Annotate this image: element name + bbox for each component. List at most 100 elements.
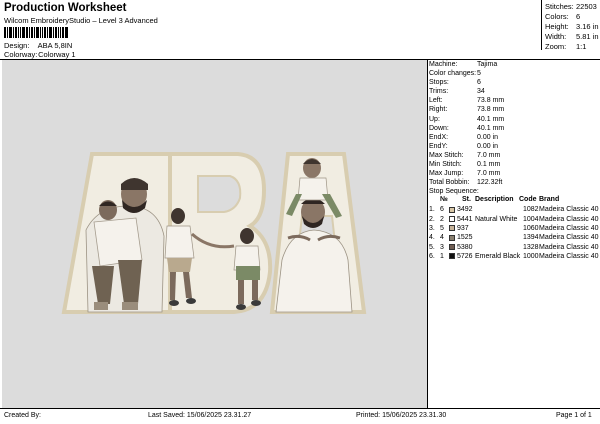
- machine-info-value: Tajima: [477, 61, 498, 68]
- machine-info-row: Right: 73.8 mm: [429, 105, 599, 114]
- needle-number: 3: [440, 243, 444, 251]
- stop-sequence-list: 1. 6 3492 1082 Madeira Classic 40 2. 2 5441 Natu…: [429, 205, 599, 261]
- machine-info-value: 40.1 mm: [477, 124, 505, 132]
- thread-description: Emerald Black: [475, 252, 521, 260]
- stop-index: 2.: [429, 215, 435, 223]
- stop-sequence-row[interactable]: 1. 6 3492 1082 Madeira Classic 40: [429, 205, 599, 214]
- design-line: Design: ABA 5,8IN: [4, 41, 72, 50]
- machine-info-label: Min Stitch:: [429, 161, 462, 169]
- thread-brand: Madeira Classic 40: [539, 234, 599, 242]
- thread-code: 1394: [523, 234, 539, 242]
- machine-info-row: Min Stitch: 0.1 mm: [429, 160, 599, 169]
- machine-info-row: Down: 40.1 mm: [429, 124, 599, 133]
- stitch-count-cell: 3492: [457, 206, 473, 214]
- stop-sequence-row[interactable]: 2. 2 5441 Natural White 1004 Madeira Classic …: [429, 215, 599, 224]
- colorway-line: Colorway: Colorway 1: [4, 50, 76, 59]
- printed-date: Printed: 15/06/2025 23.31.30: [356, 412, 447, 419]
- thread-code: 1004: [523, 215, 539, 223]
- machine-info-value: 7.0 mm: [477, 170, 501, 178]
- machine-info-label: Machine:: [429, 61, 458, 68]
- machine-info-row: Trims: 34: [429, 87, 599, 96]
- machine-info-value: 7.0 mm: [477, 151, 501, 159]
- last-saved: Last Saved: 15/06/2025 23.31.27: [148, 412, 252, 419]
- design-label: Design:: [4, 41, 30, 50]
- machine-info-label: Down:: [429, 124, 449, 132]
- machine-info-label: Stops:: [429, 79, 449, 87]
- stop-sequence-row[interactable]: 5. 3 5380 1328 Madeira Classic 40: [429, 243, 599, 252]
- thread-code: 1000: [523, 252, 539, 260]
- design-preview[interactable]: [2, 60, 427, 408]
- stats-divider: [541, 0, 542, 50]
- thread-color-swatch: [449, 225, 455, 232]
- design-height: 3.16 in: [576, 22, 599, 31]
- worksheet-footer: Created By: Last Saved: 15/06/2025 23.31…: [0, 409, 600, 424]
- zoom-level: 1:1: [576, 42, 587, 51]
- machine-info-panel: Machine: Tajima Color changes: 5 Stops: 6 Trim…: [429, 60, 599, 261]
- page-number: Page 1 of 1: [556, 412, 592, 419]
- colorway-value: Colorway 1: [38, 50, 76, 59]
- machine-info-row: Color changes: 5: [429, 69, 599, 78]
- machine-info-value: 73.8 mm: [477, 106, 505, 114]
- col-header-number: №: [440, 196, 448, 204]
- machine-info-value: 0.1 mm: [477, 161, 501, 169]
- stop-sequence-row[interactable]: 6. 1 5726 Emerald Black 1000 Madeira Classic …: [429, 252, 599, 261]
- machine-info-label: Max Jump:: [429, 170, 464, 178]
- software-subtitle: Wilcom EmbroideryStudio – Level 3 Advanc…: [4, 16, 158, 25]
- machine-info-row: EndX: 0.00 in: [429, 133, 599, 142]
- machine-info-value: 40.1 mm: [477, 115, 505, 123]
- design-width: 5.81 in: [576, 32, 599, 41]
- stitch-count-cell: 937: [457, 224, 469, 232]
- machine-info-label: EndX:: [429, 133, 449, 141]
- thread-color-swatch: [449, 216, 455, 223]
- machine-info-value: 34: [477, 88, 485, 96]
- stop-index: 4.: [429, 234, 435, 242]
- thread-brand: Madeira Classic 40: [539, 224, 599, 232]
- machine-info-label: Total Bobbin:: [429, 179, 470, 187]
- col-header-stitches: St.: [462, 196, 471, 204]
- stop-index: 5.: [429, 243, 435, 251]
- col-header-description: Description: [475, 196, 514, 204]
- stitch-count-cell: 5441: [457, 215, 473, 223]
- needle-number: 2: [440, 215, 444, 223]
- summary-stats: Stitches: 22503 Colors: 6 Height: 3.16 in W…: [545, 2, 599, 51]
- thread-color-swatch: [449, 244, 455, 250]
- thread-brand: Madeira Classic 40: [539, 215, 599, 223]
- thread-code: 1328: [523, 243, 539, 251]
- col-header-code: Code: [519, 196, 537, 204]
- colorway-label: Colorway:: [4, 50, 38, 59]
- needle-number: 6: [440, 206, 444, 214]
- page-title: Production Worksheet: [4, 2, 127, 14]
- stitch-count-cell: 5380: [457, 243, 473, 251]
- created-by: Created By:: [4, 412, 41, 419]
- machine-info-label: Left:: [429, 97, 443, 105]
- thread-brand: Madeira Classic 40: [539, 252, 599, 260]
- worksheet-header: Production Worksheet Wilcom EmbroiderySt…: [0, 0, 600, 60]
- stop-sequence-row[interactable]: 3. 5 937 1060 Madeira Classic 40: [429, 224, 599, 233]
- machine-info-value: 0.00 in: [477, 133, 499, 141]
- machine-info-value: 6: [477, 79, 481, 87]
- thread-color-swatch: [449, 253, 455, 260]
- needle-number: 1: [440, 252, 444, 260]
- stitch-count-cell: 1525: [457, 234, 473, 242]
- thread-color-swatch: [449, 234, 455, 241]
- machine-info-label: Color changes:: [429, 70, 477, 78]
- machine-info-value: 5: [477, 70, 481, 78]
- stop-sequence-title: Stop Sequence:: [429, 188, 479, 196]
- machine-info-value: 122.32ft: [477, 179, 503, 187]
- thread-description: Natural White: [475, 215, 518, 223]
- machine-info-row: Machine: Tajima: [429, 60, 599, 69]
- needle-number: 5: [440, 224, 444, 232]
- design-value: ABA 5,8IN: [37, 41, 73, 50]
- machine-info-row: Max Stitch: 7.0 mm: [429, 151, 599, 160]
- stop-index: 1.: [429, 206, 435, 214]
- machine-info-row: Up: 40.1 mm: [429, 115, 599, 124]
- stop-index: 3.: [429, 224, 435, 232]
- panel-divider: [427, 59, 428, 409]
- thread-code: 1060: [523, 224, 539, 232]
- embroidery-design: [61, 152, 367, 314]
- machine-info-row: Max Jump: 7.0 mm: [429, 169, 599, 178]
- stop-sequence-row[interactable]: 4. 4 1525 1394 Madeira Classic 40: [429, 233, 599, 242]
- machine-info-row: Total Bobbin: 122.32ft: [429, 178, 599, 187]
- stitch-count: 22503: [576, 2, 597, 11]
- thread-color-swatch: [449, 206, 455, 213]
